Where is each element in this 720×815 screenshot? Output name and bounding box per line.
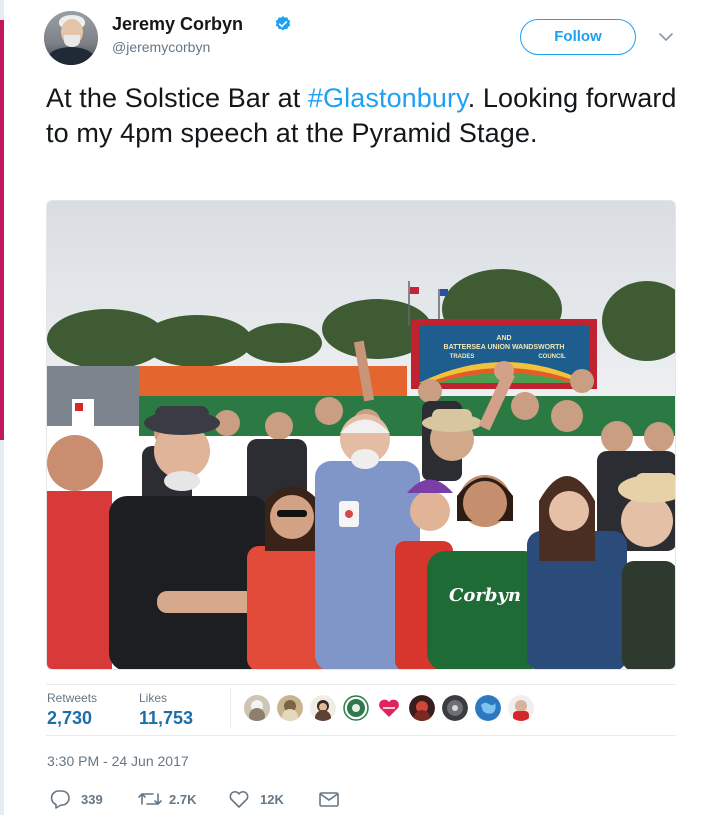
- envelope-icon: [319, 792, 339, 807]
- avatar[interactable]: [44, 11, 98, 65]
- retweets-count[interactable]: 2,730: [47, 708, 92, 729]
- stats-bottom-divider: [46, 735, 676, 736]
- like-button[interactable]: 12K: [228, 789, 298, 809]
- crowd-photo-illustration: AND BATTERSEA UNION WANDSWORTH TRADES CO…: [47, 201, 675, 669]
- author-name[interactable]: Jeremy Corbyn: [112, 14, 243, 35]
- liker-avatar[interactable]: [442, 695, 468, 721]
- liker-avatar[interactable]: [475, 695, 501, 721]
- banner-text-line1: AND: [496, 335, 511, 342]
- liker-avatar[interactable]: [376, 695, 402, 721]
- tweet-header: Jeremy Corbyn @jeremycorbyn Follow: [44, 10, 684, 66]
- tweet-timestamp[interactable]: 3:30 PM - 24 Jun 2017: [47, 753, 189, 769]
- tweet-photo[interactable]: AND BATTERSEA UNION WANDSWORTH TRADES CO…: [46, 200, 676, 670]
- liker-avatar-icon: [310, 695, 336, 721]
- hashtag-link[interactable]: #Glastonbury: [308, 83, 468, 113]
- follow-button[interactable]: Follow: [520, 19, 636, 55]
- stats-top-divider: [46, 684, 676, 685]
- liker-avatar-icon: [244, 695, 270, 721]
- liker-avatar-icon: [277, 695, 303, 721]
- liker-avatar-icon: [442, 695, 468, 721]
- globe-avatar-icon: [475, 695, 501, 721]
- reply-icon: [50, 790, 70, 809]
- retweet-button[interactable]: 2.7K: [137, 789, 207, 809]
- liker-avatar[interactable]: [508, 695, 534, 721]
- tweet-actions: 339 2.7K 12K: [46, 783, 676, 813]
- banner-text-line3: TRADES: [450, 354, 475, 360]
- engagement-stats: Retweets 2,730 Likes 11,753: [46, 684, 676, 734]
- author-handle[interactable]: @jeremycorbyn: [112, 39, 210, 55]
- liker-avatar[interactable]: [409, 695, 435, 721]
- like-count: 12K: [260, 792, 284, 807]
- liker-avatar[interactable]: [343, 695, 369, 721]
- banner-text-line2: BATTERSEA UNION WANDSWORTH: [444, 344, 565, 351]
- reply-button[interactable]: 339: [49, 789, 109, 809]
- likes-label: Likes: [139, 691, 168, 705]
- retweet-count: 2.7K: [169, 792, 197, 807]
- liker-avatar-icon: [343, 695, 369, 721]
- stats-divider: [230, 688, 231, 728]
- page-left-accent: [0, 20, 4, 440]
- liker-avatar-icon: [508, 695, 534, 721]
- liker-avatar[interactable]: [244, 695, 270, 721]
- heart-icon: [229, 790, 249, 808]
- tweet-text-before: At the Solstice Bar at: [46, 83, 308, 113]
- verified-badge-icon: [275, 16, 291, 31]
- shirt-text: Corbyn: [449, 585, 521, 606]
- banner-text-line4: COUNCIL: [538, 354, 566, 360]
- heart-avatar-icon: [376, 695, 402, 721]
- retweets-label: Retweets: [47, 691, 98, 705]
- page-left-edge: [0, 0, 4, 815]
- liker-avatar-icon: [409, 695, 435, 721]
- direct-message-button[interactable]: [318, 789, 342, 809]
- chevron-down-icon[interactable]: [656, 27, 676, 47]
- reply-count: 339: [81, 792, 103, 807]
- likes-count[interactable]: 11,753: [139, 708, 193, 729]
- retweet-icon: [138, 793, 162, 805]
- tweet-text: At the Solstice Bar at #Glastonbury. Loo…: [46, 81, 686, 151]
- liker-avatar[interactable]: [277, 695, 303, 721]
- liker-avatar[interactable]: [310, 695, 336, 721]
